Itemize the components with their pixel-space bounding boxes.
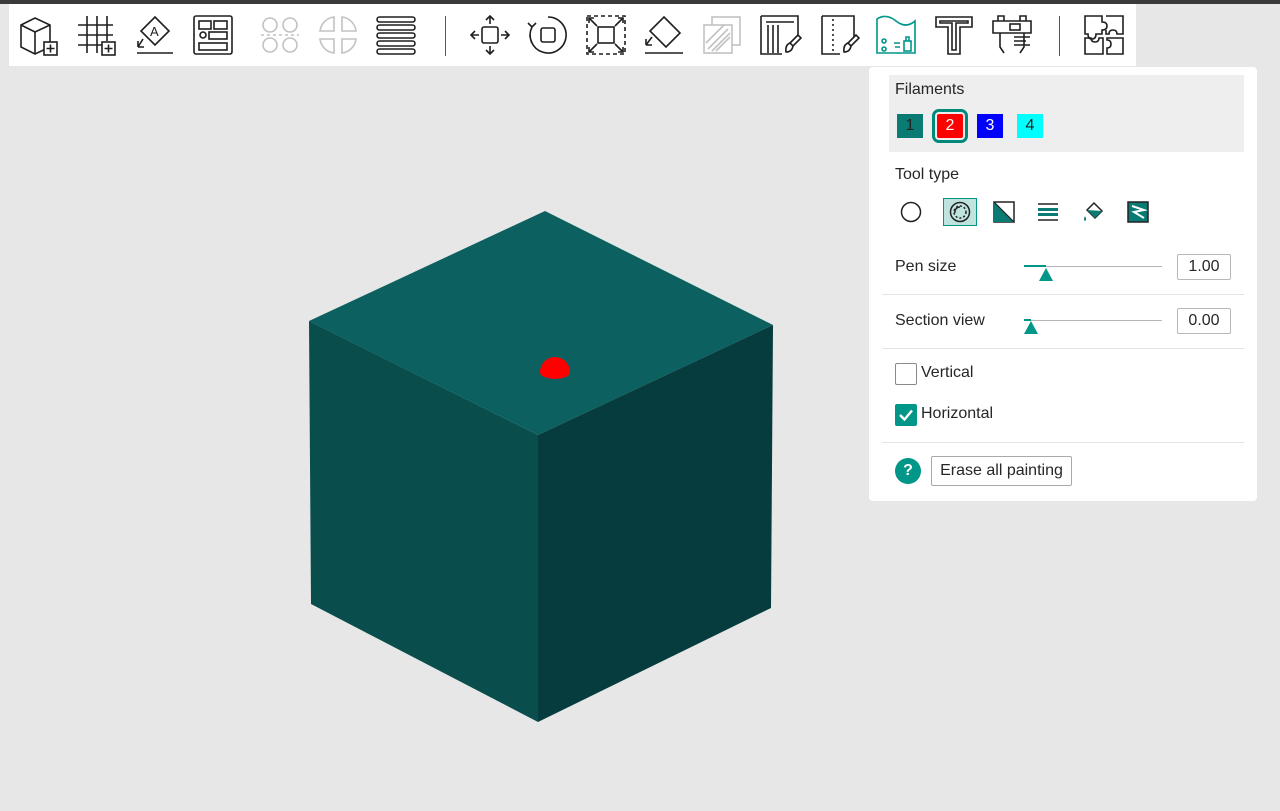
seam-paint-button[interactable] (816, 13, 860, 57)
help-button[interactable]: ? (895, 458, 921, 484)
section-view-slider[interactable] (1024, 320, 1162, 321)
text-button[interactable] (932, 13, 976, 57)
circle-tool-icon (900, 201, 922, 223)
height-range-tool-icon (1038, 203, 1058, 221)
triangle-tool-button[interactable] (987, 198, 1021, 226)
split-parts-button[interactable] (316, 13, 360, 57)
divider (882, 348, 1244, 349)
toolbar-separator (1059, 16, 1060, 56)
arrange-button[interactable] (191, 13, 235, 57)
split-parts-icon (319, 16, 357, 54)
section-view-slider-thumb[interactable] (1023, 321, 1038, 334)
filament-label: 3 (985, 117, 995, 134)
pen-size-input[interactable]: 1.00 (1177, 254, 1231, 280)
rotate-button[interactable] (526, 13, 570, 57)
filament-label: 4 (1025, 117, 1035, 134)
text-icon (935, 16, 973, 55)
orient-button[interactable]: A (133, 13, 177, 57)
filament-swatch-1[interactable]: 1 (897, 114, 923, 138)
help-icon: ? (903, 462, 913, 479)
svg-text:A: A (150, 24, 159, 39)
vertical-label: Vertical (921, 364, 974, 381)
assembly-icon (1084, 15, 1124, 55)
split-objects-icon (261, 17, 299, 53)
checkmark-icon (899, 409, 913, 422)
layers-button[interactable] (374, 13, 418, 57)
horizontal-checkbox[interactable] (895, 404, 917, 426)
layers-icon (376, 16, 416, 55)
lay-on-face-button[interactable] (642, 13, 686, 57)
tool-type-title: Tool type (895, 166, 960, 183)
support-paint-icon (760, 15, 802, 55)
add-plate-button[interactable] (75, 13, 119, 57)
horizontal-label: Horizontal (921, 405, 994, 422)
move-button[interactable] (468, 13, 512, 57)
lay-on-face-icon (645, 15, 683, 54)
add-object-button[interactable] (17, 13, 61, 57)
cut-icon (703, 16, 741, 54)
scale-icon (586, 15, 626, 55)
section-view-input[interactable]: 0.00 (1177, 308, 1231, 334)
main-toolbar: A (9, 4, 1136, 66)
triangle-tool-icon (993, 201, 1015, 223)
split-objects-button[interactable] (258, 13, 302, 57)
assembly-button[interactable] (1082, 13, 1126, 57)
orient-icon: A (137, 15, 173, 54)
arrange-icon (193, 15, 233, 55)
seam-paint-icon (821, 15, 860, 55)
fill-tool-button[interactable] (1076, 198, 1110, 226)
sphere-tool-button[interactable] (943, 198, 977, 226)
filament-label: 2 (945, 117, 955, 134)
filaments-title: Filaments (895, 81, 965, 98)
scale-button[interactable] (584, 13, 628, 57)
pen-size-label: Pen size (895, 258, 957, 275)
filament-swatch-2[interactable]: 2 (932, 109, 968, 143)
toolbar-separator (445, 16, 446, 56)
divider (882, 442, 1244, 443)
gap-fill-tool-button[interactable] (1121, 198, 1155, 226)
filament-swatch-4[interactable]: 4 (1017, 114, 1043, 138)
sphere-tool-icon (949, 201, 971, 223)
erase-all-painting-button[interactable]: Erase all painting (931, 456, 1072, 486)
support-paint-button[interactable] (758, 13, 802, 57)
section-view-label: Section view (895, 312, 985, 329)
gap-fill-tool-icon (1127, 201, 1149, 223)
cut-button[interactable] (700, 13, 744, 57)
measure-icon (992, 15, 1032, 54)
measure-button[interactable] (990, 13, 1034, 57)
pen-size-slider-thumb[interactable] (1039, 268, 1054, 281)
circle-tool-button[interactable] (894, 198, 928, 226)
color-painting-panel: Filaments 1 2 3 4 Tool type Pen size 1.0… (869, 67, 1257, 501)
divider (882, 294, 1244, 295)
vertical-checkbox[interactable] (895, 363, 917, 385)
fill-tool-icon (1084, 201, 1104, 221)
color-paint-icon (876, 15, 916, 54)
pen-size-slider-fill (1024, 265, 1047, 267)
height-range-tool-button[interactable] (1031, 198, 1065, 226)
filament-swatch-3[interactable]: 3 (977, 114, 1003, 138)
color-paint-button[interactable] (874, 13, 918, 57)
move-icon (469, 14, 511, 56)
add-object-icon (20, 17, 58, 56)
add-plate-icon (78, 16, 116, 56)
filament-label: 1 (905, 117, 915, 134)
rotate-icon (527, 16, 567, 54)
